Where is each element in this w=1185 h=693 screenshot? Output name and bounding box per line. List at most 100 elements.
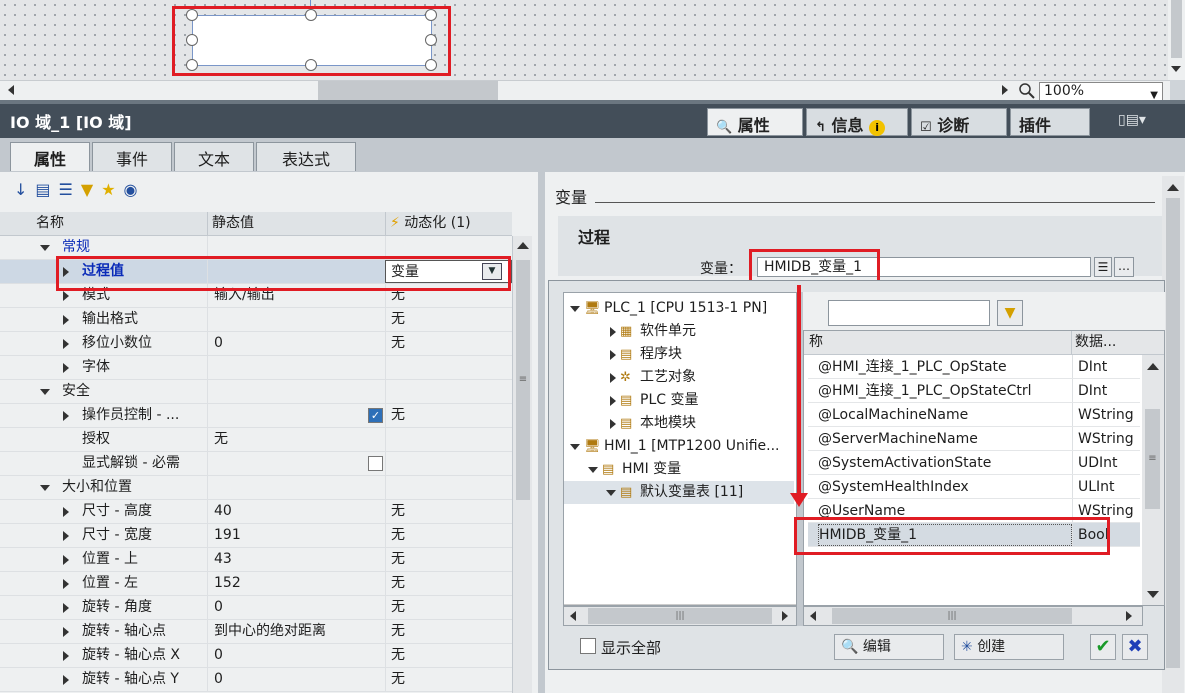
property-dynamic-value[interactable]: 无 [385, 620, 512, 643]
expand-arrow-icon[interactable] [63, 363, 69, 373]
window-layout-icon[interactable]: ▯▤▾ [1118, 112, 1146, 128]
collapse-arrow-icon[interactable] [40, 485, 50, 491]
scroll-left-arrow-icon[interactable] [570, 611, 576, 621]
collapse-arrow-icon[interactable] [40, 245, 50, 251]
tree-item[interactable]: ▤ 默认变量表 [11] [564, 481, 794, 504]
resize-handle[interactable] [305, 59, 317, 71]
scroll-down-arrow-icon[interactable] [1171, 66, 1181, 72]
resize-handle[interactable] [186, 59, 198, 71]
property-dynamic-value[interactable]: 无 [385, 572, 512, 595]
property-row[interactable]: 操作员控制 - ... ✓ 无 [0, 404, 512, 428]
property-static-value[interactable]: 0 [207, 596, 385, 619]
create-button[interactable]: ✳ 创建 [954, 634, 1064, 660]
zoom-select[interactable]: 100% ▼ [1039, 82, 1163, 101]
sort-icon[interactable]: ↓ [14, 180, 35, 199]
property-static-value[interactable] [207, 452, 385, 475]
property-dynamic-value[interactable] [385, 452, 512, 475]
property-row[interactable]: 旋转 - 角度 0 无 [0, 596, 512, 620]
expand-arrow-icon[interactable] [63, 339, 69, 349]
expand-arrow-icon[interactable] [610, 327, 616, 337]
expand-arrow-icon[interactable] [63, 675, 69, 685]
checkbox[interactable] [368, 456, 383, 471]
property-row[interactable]: 大小和位置 [0, 476, 512, 500]
scroll-right-arrow-icon[interactable] [782, 611, 788, 621]
expand-arrow-icon[interactable] [63, 411, 69, 421]
expand-arrow-icon[interactable] [610, 419, 616, 429]
property-dynamic-value[interactable]: 无 [385, 524, 512, 547]
scroll-up-arrow-icon[interactable] [1147, 363, 1159, 370]
properties-scrollbar[interactable]: ≡ [512, 236, 532, 693]
tab-info[interactable]: ↰ 信息 i [806, 108, 908, 136]
show-all-checkbox[interactable] [580, 638, 596, 654]
property-static-value[interactable] [207, 380, 385, 403]
tree-item[interactable]: ▦ 软件单元 [564, 320, 794, 343]
scroll-right-arrow-icon[interactable] [1126, 611, 1132, 621]
property-dynamic-value[interactable]: 无 [385, 668, 512, 691]
expand-arrow-icon[interactable] [63, 579, 69, 589]
grid-hscroll[interactable]: ||| [803, 606, 1143, 626]
scroll-left-arrow-icon[interactable] [8, 85, 14, 95]
property-row[interactable]: 尺寸 - 高度 40 无 [0, 500, 512, 524]
property-static-value[interactable]: 0 [207, 644, 385, 667]
resize-handle[interactable] [425, 59, 437, 71]
expand-arrow-icon[interactable] [63, 531, 69, 541]
property-row[interactable]: 尺寸 - 宽度 191 无 [0, 524, 512, 548]
tree-item[interactable]: 🖥 PLC_1 [CPU 1513-1 PN] [564, 297, 794, 320]
property-static-value[interactable]: 152 [207, 572, 385, 595]
tree-hscroll[interactable]: ||| [563, 606, 797, 626]
property-dynamic-value[interactable] [385, 356, 512, 379]
filter-icon[interactable]: ▼ [81, 180, 101, 199]
tag-grid-row[interactable]: @SystemHealthIndex ULInt [808, 475, 1140, 499]
property-row[interactable]: 位置 - 上 43 无 [0, 548, 512, 572]
scroll-thumb[interactable] [318, 81, 498, 100]
scroll-left-arrow-icon[interactable] [810, 611, 816, 621]
tab-texts[interactable]: 文本 [174, 142, 254, 171]
collapse-arrow-icon[interactable] [588, 467, 598, 473]
property-static-value[interactable] [207, 308, 385, 331]
tree-item[interactable]: ▤ PLC 变量 [564, 389, 794, 412]
more-icon[interactable]: … [1114, 257, 1134, 277]
confirm-icon[interactable]: ✔ [1090, 634, 1116, 660]
expand-arrow-icon[interactable] [610, 350, 616, 360]
tag-grid-row[interactable]: @ServerMachineName WString [808, 427, 1140, 451]
collapse-arrow-icon[interactable] [570, 444, 580, 450]
property-row[interactable]: 旋转 - 轴心点 Y 0无 [0, 668, 512, 692]
tree-item[interactable]: ▤ 程序块 [564, 343, 794, 366]
property-row[interactable]: 旋转 - 轴心点 到中心的绝对距离无 [0, 620, 512, 644]
canvas-horizontal-scrollbar[interactable]: 100% ▼ [0, 80, 1170, 101]
scroll-thumb[interactable]: ||| [588, 608, 772, 624]
resize-handle[interactable] [305, 9, 317, 21]
property-dynamic-value[interactable] [385, 428, 512, 451]
property-row[interactable]: 显式解锁 - 必需 [0, 452, 512, 476]
grid-vscroll[interactable]: ≡ [1142, 355, 1164, 605]
property-static-value[interactable] [207, 476, 385, 499]
edit-button[interactable]: 🔍 编辑 [834, 634, 944, 660]
list-icon[interactable]: ☰ [59, 180, 81, 199]
checkbox[interactable]: ✓ [368, 408, 383, 423]
property-row[interactable]: 移位小数位 0 无 [0, 332, 512, 356]
property-dynamic-value[interactable]: 无 [385, 308, 512, 331]
property-dynamic-value[interactable]: 无 [385, 332, 512, 355]
property-static-value[interactable]: 40 [207, 500, 385, 523]
scroll-down-arrow-icon[interactable] [1147, 591, 1159, 598]
tab-plugins[interactable]: 插件 [1010, 108, 1090, 136]
property-static-value[interactable]: 0 [207, 332, 385, 355]
panel-splitter[interactable] [538, 172, 545, 693]
property-static-value[interactable]: 到中心的绝对距离 [207, 620, 385, 643]
expand-arrow-icon[interactable] [610, 373, 616, 383]
scroll-thumb[interactable]: ≡ [516, 260, 530, 500]
scroll-up-arrow-icon[interactable] [1167, 184, 1179, 191]
resize-handle[interactable] [186, 34, 198, 46]
tag-grid-row[interactable]: @LocalMachineName WString [808, 403, 1140, 427]
property-static-value[interactable]: 43 [207, 548, 385, 571]
tag-grid-row[interactable]: @HMI_连接_1_PLC_OpState DInt [808, 355, 1140, 379]
expand-arrow-icon[interactable] [63, 507, 69, 517]
property-static-value[interactable]: 191 [207, 524, 385, 547]
grid-filter-input[interactable] [828, 300, 990, 326]
eye-icon[interactable]: ◉ [124, 180, 146, 199]
property-dynamic-value[interactable]: 无 [385, 500, 512, 523]
resize-handle[interactable] [425, 9, 437, 21]
tab-expressions[interactable]: 表达式 [256, 142, 356, 171]
resize-handle[interactable] [186, 9, 198, 21]
property-static-value[interactable] [207, 404, 385, 427]
